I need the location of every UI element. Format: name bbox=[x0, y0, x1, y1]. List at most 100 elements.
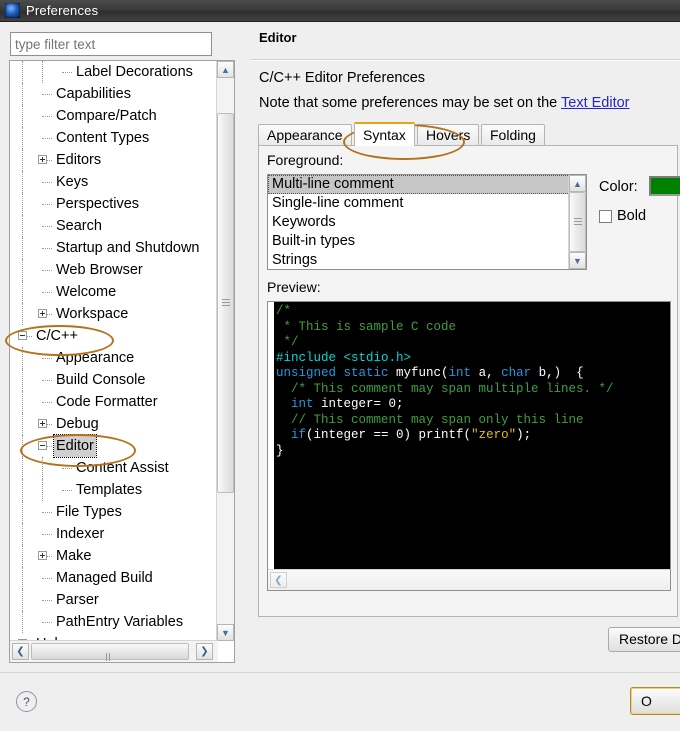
tree-item-label: Content Types bbox=[56, 130, 150, 146]
tree-connector-line bbox=[42, 512, 52, 513]
collapse-icon[interactable] bbox=[38, 441, 47, 450]
pane-divider bbox=[240, 22, 250, 672]
tree-item-startup-and-shutdown[interactable]: Startup and Shutdown bbox=[10, 237, 218, 259]
chevron-up-icon[interactable]: ▲ bbox=[569, 175, 586, 192]
tree-item-build-console[interactable]: Build Console bbox=[10, 369, 218, 391]
tree-item-indexer[interactable]: Indexer bbox=[10, 523, 218, 545]
tab-syntax[interactable]: Syntax bbox=[354, 122, 415, 146]
tree-item-content-assist[interactable]: Content Assist bbox=[10, 457, 218, 479]
tree-horizontal-scrollbar[interactable]: ❮ ❯ bbox=[10, 640, 218, 662]
code-token: int bbox=[448, 366, 472, 380]
tree-item-label: Indexer bbox=[56, 526, 105, 542]
tree-item-label: Code Formatter bbox=[56, 394, 158, 410]
tree-connector-line bbox=[42, 94, 52, 95]
tree-item-pathentry-variables[interactable]: PathEntry Variables bbox=[10, 611, 218, 633]
tree-item-file-types[interactable]: File Types bbox=[10, 501, 218, 523]
tree-connector-line bbox=[42, 402, 52, 403]
tree-guide-line bbox=[22, 281, 23, 303]
preview-horizontal-scrollbar[interactable]: ❮ bbox=[268, 569, 670, 590]
foreground-listbox[interactable]: Multi-line comment Single-line comment Key… bbox=[267, 174, 587, 270]
preferences-tree-pane: Label Decorations Capabilities Compare/Pat… bbox=[0, 22, 240, 672]
syntax-tab-panel: Foreground: Multi-line comment Single-lin… bbox=[258, 145, 680, 617]
tree-hscroll-thumb[interactable] bbox=[31, 643, 189, 661]
code-token: * This is sample C code bbox=[276, 319, 457, 334]
tree-item-content-types[interactable]: Content Types bbox=[10, 127, 218, 149]
tree-item-code-formatter[interactable]: Code Formatter bbox=[10, 391, 218, 413]
tree-vscroll-thumb[interactable] bbox=[217, 113, 234, 493]
search-input[interactable] bbox=[10, 32, 212, 56]
expand-icon[interactable] bbox=[38, 551, 47, 560]
code-line: * This is sample C code bbox=[276, 320, 670, 336]
tree-item-keys[interactable]: Keys bbox=[10, 171, 218, 193]
chevron-up-icon[interactable]: ▲ bbox=[217, 61, 234, 78]
chevron-down-icon[interactable]: ▼ bbox=[217, 624, 234, 641]
tree-item-label-decorations[interactable]: Label Decorations bbox=[10, 61, 218, 83]
preference-page-pane: Editor C/C++ Editor Preferences Note tha… bbox=[250, 22, 680, 672]
tree-item-workspace[interactable]: Workspace bbox=[10, 303, 218, 325]
tree-item-capabilities[interactable]: Capabilities bbox=[10, 83, 218, 105]
tree-item-debug[interactable]: Debug bbox=[10, 413, 218, 435]
expand-icon[interactable] bbox=[38, 419, 47, 428]
tree-item-perspectives[interactable]: Perspectives bbox=[10, 193, 218, 215]
tree-item-welcome[interactable]: Welcome bbox=[10, 281, 218, 303]
tree-connector-line bbox=[42, 380, 52, 381]
chevron-left-icon[interactable]: ❮ bbox=[12, 643, 29, 660]
text-editor-link[interactable]: Text Editor bbox=[561, 95, 630, 111]
tree-item-parser[interactable]: Parser bbox=[10, 589, 218, 611]
question-mark-icon[interactable]: ? bbox=[16, 691, 37, 712]
chevron-left-icon[interactable]: ❮ bbox=[270, 572, 287, 588]
tab-hovers[interactable]: Hovers bbox=[417, 124, 480, 146]
tree-item-label: Editors bbox=[56, 152, 102, 168]
color-label: Color: bbox=[599, 179, 638, 195]
listbox-vertical-scrollbar[interactable]: ▲ ▼ bbox=[568, 175, 586, 269]
bold-checkbox[interactable] bbox=[599, 209, 612, 223]
chevron-right-icon[interactable]: ❯ bbox=[196, 643, 213, 660]
tab-appearance[interactable]: Appearance bbox=[258, 124, 352, 146]
listbox-vscroll-thumb[interactable] bbox=[569, 192, 586, 252]
code-token: ); bbox=[516, 428, 532, 442]
preferences-tree[interactable]: Label Decorations Capabilities Compare/Pat… bbox=[9, 60, 235, 663]
tree-item-managed-build[interactable]: Managed Build bbox=[10, 567, 218, 589]
tree-item-label: Label Decorations bbox=[76, 64, 193, 80]
restore-defaults-button[interactable]: Restore D bbox=[608, 627, 680, 652]
tree-item-search[interactable]: Search bbox=[10, 215, 218, 237]
tree-item-label: Web Browser bbox=[56, 262, 143, 278]
dialog-body: Label Decorations Capabilities Compare/Pat… bbox=[0, 22, 680, 672]
tree-item-appearance[interactable]: Appearance bbox=[10, 347, 218, 369]
tree-item-compare-patch[interactable]: Compare/Patch bbox=[10, 105, 218, 127]
tree-item-editors[interactable]: Editors bbox=[10, 149, 218, 171]
list-item[interactable]: Multi-line comment bbox=[268, 175, 586, 194]
code-line: #include <stdio.h> bbox=[276, 351, 670, 367]
tree-connector-line bbox=[42, 138, 52, 139]
code-line: } bbox=[276, 444, 670, 460]
tree-item-web-browser[interactable]: Web Browser bbox=[10, 259, 218, 281]
chevron-down-icon[interactable]: ▼ bbox=[569, 252, 586, 269]
tree-connector-line bbox=[42, 358, 52, 359]
tree-connector-line bbox=[62, 468, 72, 469]
tree-guide-line bbox=[22, 523, 23, 545]
tree-item-label: C/C++ bbox=[36, 328, 78, 344]
code-token: */ bbox=[276, 335, 299, 349]
code-token: unsigned static bbox=[276, 366, 397, 380]
tree-item-editor[interactable]: Editor bbox=[10, 434, 218, 458]
color-swatch-button[interactable] bbox=[649, 176, 680, 196]
page-heading: C/C++ Editor Preferences bbox=[259, 70, 426, 86]
tab-folding[interactable]: Folding bbox=[481, 124, 545, 146]
tree-item-make[interactable]: Make bbox=[10, 545, 218, 567]
expand-icon[interactable] bbox=[38, 155, 47, 164]
bold-checkbox-row[interactable]: Bold bbox=[599, 208, 646, 224]
tree-guide-line bbox=[22, 61, 23, 83]
tree-item-c-c[interactable]: C/C++ bbox=[10, 325, 218, 347]
ok-button[interactable]: O bbox=[630, 687, 680, 715]
list-item[interactable]: Single-line comment bbox=[268, 194, 586, 213]
expand-icon[interactable] bbox=[38, 309, 47, 318]
collapse-icon[interactable] bbox=[18, 331, 27, 340]
tree-vertical-scrollbar[interactable]: ▲ ▼ bbox=[216, 61, 234, 641]
list-item[interactable]: Built-in types bbox=[268, 232, 586, 251]
list-item[interactable]: Strings bbox=[268, 251, 586, 269]
tree-connector-line bbox=[42, 116, 52, 117]
code-token: } bbox=[276, 443, 284, 458]
tree-item-templates[interactable]: Templates bbox=[10, 479, 218, 501]
list-item[interactable]: Keywords bbox=[268, 213, 586, 232]
code-token: (integer == 0) printf( bbox=[306, 428, 472, 442]
